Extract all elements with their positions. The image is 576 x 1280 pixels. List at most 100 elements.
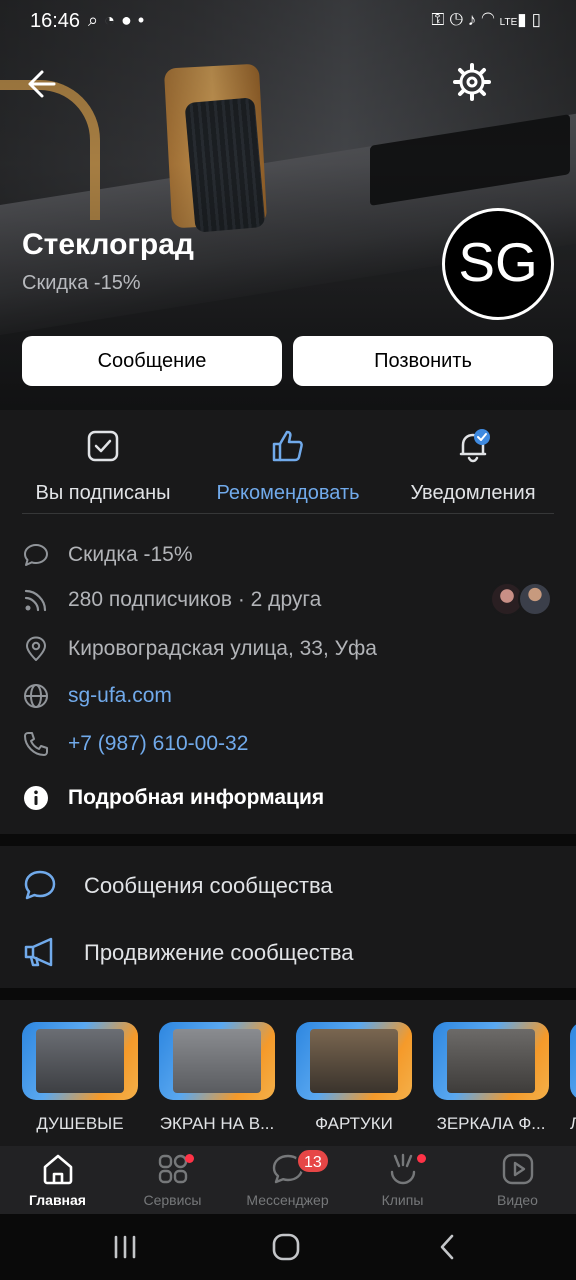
gear-icon[interactable] xyxy=(452,62,492,102)
group-status: Скидка -15% xyxy=(22,272,141,294)
search-icon: ⌕ xyxy=(88,10,105,30)
tab-label: Главная xyxy=(29,1192,86,1208)
divider xyxy=(22,513,554,514)
address-row[interactable]: Кировоградская улица, 33, Уфа xyxy=(22,631,554,667)
status-text: Скидка -15% xyxy=(68,543,193,566)
signal-icon: ▮ xyxy=(517,10,532,29)
check-square-icon xyxy=(87,430,119,462)
notification-dot xyxy=(185,1154,194,1163)
album-name: ДУШЕВЫЕ xyxy=(36,1114,124,1133)
subscribed-action[interactable]: Вы подписаны xyxy=(18,428,188,505)
phone-icon xyxy=(24,732,48,756)
album-name: ФАРТУКИ xyxy=(315,1114,393,1133)
album-item[interactable]: Л xyxy=(570,1022,576,1134)
video-icon xyxy=(502,1153,533,1185)
community-promotion-label: Продвижение сообщества xyxy=(84,940,354,965)
album-thumbnail xyxy=(296,1022,412,1100)
dot-icon: • xyxy=(137,10,151,30)
back-arrow-icon[interactable] xyxy=(22,66,58,102)
cover-image: 16:46 ⌕◔●• ⚿◷♪◠LTE▮▯ Стеклоград Скидка -… xyxy=(0,0,576,410)
comment-icon xyxy=(24,544,48,566)
rss-icon xyxy=(24,589,47,612)
more-info-text: Подробная информация xyxy=(68,786,325,809)
website-link[interactable]: sg-ufa.com xyxy=(68,684,172,708)
tab-label: Сервисы xyxy=(143,1192,202,1208)
admin-section: Сообщения сообщества Продвижение сообщес… xyxy=(0,846,576,988)
community-messages-label: Сообщения сообщества xyxy=(84,873,333,898)
album-thumbnail xyxy=(159,1022,275,1100)
tab-home[interactable]: Главная xyxy=(0,1152,115,1208)
phone-row[interactable]: +7 (987) 610-00-32 xyxy=(22,726,554,762)
albums-strip: ДУШЕВЫЕ ЭКРАН НА В... ФАРТУКИ ЗЕРКАЛА Ф.… xyxy=(0,1000,576,1146)
back-button-icon[interactable] xyxy=(433,1232,463,1262)
status-row: Скидка -15% xyxy=(22,537,554,573)
album-name: Л xyxy=(570,1114,576,1134)
followers-text: 280 подписчиков · 2 друга xyxy=(68,588,322,611)
tab-services[interactable]: Сервисы xyxy=(115,1152,230,1208)
group-title: Стеклоград xyxy=(22,228,194,261)
recommend-label: Рекомендовать xyxy=(216,482,360,504)
status-right-icons: ⚿◷♪◠LTE▮▯ xyxy=(431,10,546,30)
group-logo[interactable]: SG xyxy=(442,208,554,320)
info-card: Вы подписаны Рекомендовать Уведомления С… xyxy=(0,410,576,834)
album-thumbnail xyxy=(570,1022,576,1100)
bell-icon xyxy=(459,429,490,463)
clips-icon xyxy=(390,1153,415,1185)
tab-messenger[interactable]: 13 Мессенджер xyxy=(230,1148,345,1208)
tab-label: Клипы xyxy=(381,1192,424,1208)
album-name: ЭКРАН НА В... xyxy=(159,1114,275,1133)
phone-link[interactable]: +7 (987) 610-00-32 xyxy=(68,732,248,756)
unread-badge: 13 xyxy=(296,1148,330,1174)
community-messages-row[interactable]: Сообщения сообщества xyxy=(22,863,554,907)
subscribed-label: Вы подписаны xyxy=(35,482,171,504)
chat-icon: ● xyxy=(120,10,138,30)
followers-row[interactable]: 280 подписчиков · 2 друга xyxy=(22,582,554,618)
album-item[interactable]: ЭКРАН НА В... xyxy=(159,1022,275,1134)
message-bubble-icon xyxy=(24,870,56,900)
location-pin-icon xyxy=(26,636,46,661)
status-time: 16:46 xyxy=(30,10,81,32)
album-thumbnail xyxy=(433,1022,549,1100)
recent-apps-icon[interactable] xyxy=(110,1232,140,1262)
album-item[interactable]: ДУШЕВЫЕ xyxy=(22,1022,138,1134)
notifications-label: Уведомления xyxy=(410,482,536,504)
friends-avatars[interactable] xyxy=(490,582,552,616)
notifications-action[interactable]: Уведомления xyxy=(388,428,558,505)
section-separator xyxy=(0,834,576,846)
album-thumbnail xyxy=(22,1022,138,1100)
home-button-icon[interactable] xyxy=(271,1232,301,1262)
logo-text: SG xyxy=(458,231,537,293)
rss-icon: ◔ xyxy=(104,10,121,30)
more-info-row[interactable]: Подробная информация xyxy=(22,780,554,816)
thumbs-up-icon xyxy=(272,430,303,462)
tab-label: Видео xyxy=(497,1192,538,1208)
wifi-icon: ◠ xyxy=(481,10,500,29)
community-promotion-row[interactable]: Продвижение сообщества xyxy=(22,930,554,974)
home-icon xyxy=(43,1154,72,1185)
status-left-icons: ⌕◔●• xyxy=(88,10,150,31)
tab-clips[interactable]: Клипы xyxy=(345,1152,460,1208)
alarm-icon: ◷ xyxy=(449,10,468,29)
globe-icon xyxy=(24,684,48,708)
website-row[interactable]: sg-ufa.com xyxy=(22,678,554,714)
album-item[interactable]: ФАРТУКИ xyxy=(296,1022,412,1134)
tab-label: Мессенджер xyxy=(246,1192,329,1208)
recommend-action[interactable]: Рекомендовать xyxy=(203,428,373,505)
tab-video[interactable]: Видео xyxy=(460,1152,575,1208)
avatar xyxy=(518,582,552,616)
address-text: Кировоградская улица, 33, Уфа xyxy=(68,637,377,660)
battery-icon: ▯ xyxy=(531,10,546,29)
message-button[interactable]: Сообщение xyxy=(22,336,282,386)
album-name: ЗЕРКАЛА Ф... xyxy=(436,1114,546,1133)
album-item[interactable]: ЗЕРКАЛА Ф... xyxy=(433,1022,549,1134)
bottom-tab-bar: Главная Сервисы 13 Мессенджер Клипы Виде… xyxy=(0,1146,576,1214)
mute-icon: ♪ xyxy=(467,10,482,29)
network-type: LTE xyxy=(499,17,518,28)
megaphone-icon xyxy=(24,937,53,967)
info-icon xyxy=(24,786,48,810)
key-icon: ⚿ xyxy=(431,10,450,29)
section-separator xyxy=(0,988,576,1000)
call-button[interactable]: Позвонить xyxy=(293,336,553,386)
system-navigation-bar xyxy=(0,1214,576,1280)
status-bar: 16:46 ⌕◔●• ⚿◷♪◠LTE▮▯ xyxy=(0,0,576,44)
